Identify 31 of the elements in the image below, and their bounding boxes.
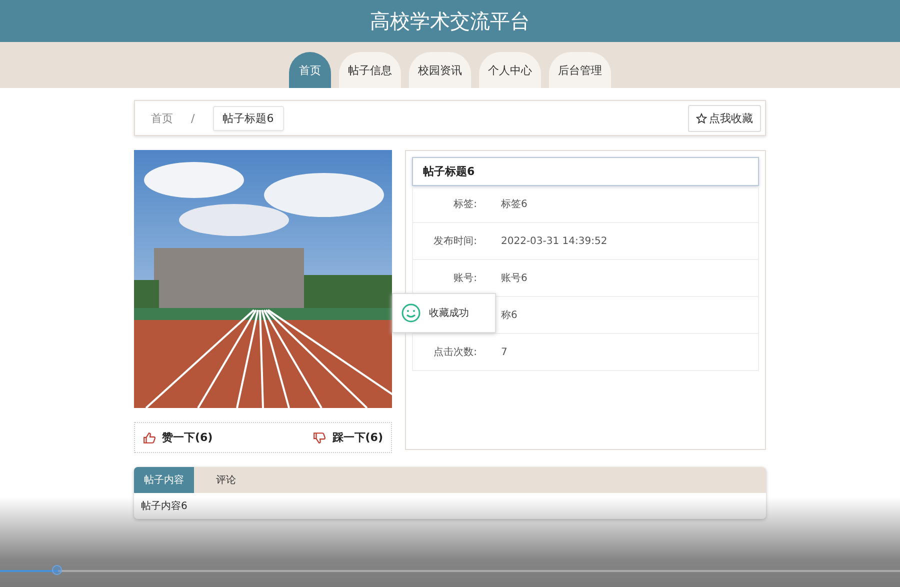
like-link[interactable]: 赞一下(6) (143, 430, 213, 445)
breadcrumb-home-link[interactable]: 首页 (151, 110, 173, 126)
breadcrumb-separator: / (191, 112, 195, 124)
nav-tab[interactable]: 校园资讯 (409, 52, 471, 88)
dislike-link[interactable]: 踩一下(6) (313, 430, 383, 445)
detail-label: 账号: (452, 272, 477, 285)
thumbs-up-icon (143, 432, 156, 444)
toast-message: 收藏成功 (429, 306, 469, 320)
nav-tab[interactable]: 后台管理 (549, 52, 611, 88)
detail-label: 发布时间: (432, 234, 477, 248)
favorite-button[interactable]: 点我收藏 (688, 104, 761, 132)
content-tab[interactable]: 评论 (194, 467, 258, 493)
post-content: 帖子内容6 (141, 500, 188, 513)
detail-value: 7 (501, 346, 508, 358)
nav-tab[interactable]: 个人中心 (479, 52, 541, 88)
content-tab[interactable]: 帖子内容 (134, 467, 194, 493)
detail-label: 标签: (452, 198, 477, 211)
post-title: 帖子标题6 (412, 157, 759, 186)
nav-tab[interactable]: 帖子信息 (339, 52, 401, 88)
star-icon (696, 112, 707, 124)
site-title: 高校学术交流平台 (370, 8, 530, 34)
detail-label: 点击次数: (432, 346, 477, 359)
breadcrumb-current[interactable]: 帖子标题6 (212, 106, 284, 130)
nav-tab[interactable]: 首页 (289, 52, 331, 88)
detail-value: 账号6 (501, 272, 528, 285)
detail-value: 称6 (501, 309, 518, 322)
detail-value: 标签6 (501, 198, 528, 211)
smiley-icon (401, 303, 421, 323)
video-progress-thumb[interactable] (52, 565, 62, 575)
detail-value: 2022-03-31 14:39:52 (501, 236, 608, 246)
thumbs-down-icon (313, 432, 326, 444)
